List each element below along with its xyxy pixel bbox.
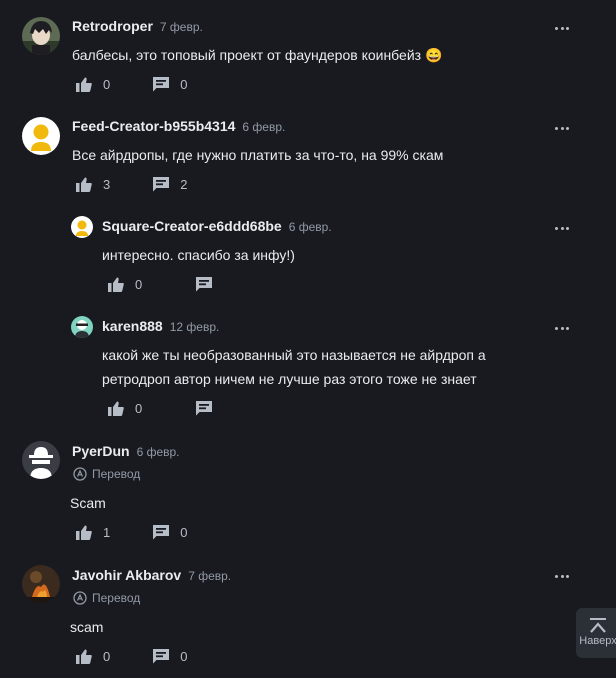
author-name[interactable]: Square-Creator-e6ddd68be bbox=[102, 218, 282, 234]
comment-icon bbox=[196, 401, 213, 416]
comment-text-line: какой же ты необразованный это называетс… bbox=[102, 347, 486, 363]
reply-count: 0 bbox=[180, 77, 188, 92]
translate-link[interactable]: Перевод bbox=[73, 467, 140, 481]
author-name[interactable]: PyerDun bbox=[72, 443, 130, 459]
like-button[interactable]: 0 bbox=[76, 649, 110, 664]
more-dots-icon[interactable] bbox=[555, 127, 569, 131]
translate-label: Перевод bbox=[92, 467, 141, 481]
avatar[interactable] bbox=[22, 441, 60, 479]
more-dots-icon[interactable] bbox=[555, 227, 569, 231]
more-dots-icon[interactable] bbox=[555, 575, 569, 579]
comment-date: 6 февр. bbox=[136, 445, 180, 459]
like-count: 0 bbox=[103, 77, 111, 92]
avatar[interactable] bbox=[22, 117, 60, 155]
thumbs-up-icon bbox=[76, 525, 92, 540]
comment-icon bbox=[153, 649, 170, 664]
like-button[interactable]: 0 bbox=[108, 277, 142, 292]
reply-count: 0 bbox=[180, 649, 188, 664]
reply-count: 2 bbox=[180, 177, 188, 192]
comment-date: 7 февр. bbox=[188, 569, 232, 583]
reply-button[interactable]: 0 bbox=[153, 649, 187, 664]
comment-date: 6 февр. bbox=[288, 220, 332, 234]
reply-button[interactable]: 0 bbox=[153, 525, 187, 540]
like-count: 0 bbox=[135, 401, 143, 416]
comment-text: scam bbox=[70, 619, 104, 635]
back-to-top-label: Наверх bbox=[579, 635, 616, 647]
chevron-up-icon bbox=[590, 618, 606, 633]
thumbs-up-icon bbox=[76, 177, 92, 192]
comment-text-line: ретродроп автор ничем не лучше раз этого… bbox=[102, 371, 477, 387]
reply-button[interactable]: 0 bbox=[153, 77, 187, 92]
thumbs-up-icon bbox=[108, 277, 124, 292]
reply-button[interactable]: 2 bbox=[153, 177, 187, 192]
translate-icon bbox=[73, 591, 87, 605]
more-dots-icon[interactable] bbox=[555, 327, 569, 331]
comment-icon bbox=[153, 177, 170, 192]
comment-text: Scam bbox=[70, 495, 106, 511]
reply-button[interactable] bbox=[196, 277, 213, 292]
reply-count: 0 bbox=[180, 525, 188, 540]
like-button[interactable]: 0 bbox=[76, 77, 110, 92]
like-button[interactable]: 3 bbox=[76, 177, 110, 192]
back-to-top-button[interactable]: Наверх bbox=[576, 608, 616, 658]
author-name[interactable]: Javohir Akbarov bbox=[72, 567, 181, 583]
like-count: 0 bbox=[103, 649, 111, 664]
comment-date: 7 февр. bbox=[159, 20, 203, 34]
like-button[interactable]: 0 bbox=[108, 401, 142, 416]
author-name[interactable]: karen888 bbox=[102, 318, 163, 334]
avatar[interactable] bbox=[22, 565, 60, 603]
comment-icon bbox=[153, 77, 170, 92]
comment-icon bbox=[196, 277, 213, 292]
avatar[interactable] bbox=[22, 17, 60, 55]
thumbs-up-icon bbox=[108, 401, 124, 416]
comment-date: 12 февр. bbox=[169, 320, 220, 334]
like-button[interactable]: 1 bbox=[76, 525, 110, 540]
thumbs-up-icon bbox=[76, 77, 92, 92]
comment-text: интересно. спасибо за инфу!) bbox=[102, 247, 295, 263]
thumbs-up-icon bbox=[76, 649, 92, 664]
translate-icon bbox=[73, 467, 87, 481]
comment-text: балбесы, это топовый проект от фаундеров… bbox=[72, 47, 443, 63]
like-count: 0 bbox=[135, 277, 143, 292]
avatar[interactable] bbox=[71, 316, 93, 338]
like-count: 1 bbox=[103, 525, 111, 540]
author-name[interactable]: Feed-Creator-b955b4314 bbox=[72, 118, 235, 134]
more-dots-icon[interactable] bbox=[555, 27, 569, 31]
translate-label: Перевод bbox=[92, 591, 141, 605]
like-count: 3 bbox=[103, 177, 111, 192]
translate-link[interactable]: Перевод bbox=[73, 591, 140, 605]
reply-button[interactable] bbox=[196, 401, 213, 416]
author-name[interactable]: Retrodroper bbox=[72, 18, 153, 34]
avatar[interactable] bbox=[71, 216, 93, 238]
comment-date: 6 февр. bbox=[242, 120, 286, 134]
comment-icon bbox=[153, 525, 170, 540]
comment-text: Все айрдропы, где нужно платить за что-т… bbox=[72, 147, 444, 163]
